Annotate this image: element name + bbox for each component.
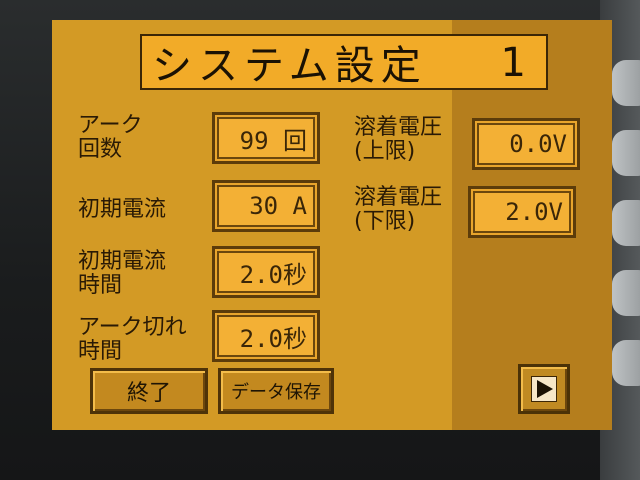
arc-break-time-field[interactable]: 2.0秒	[212, 310, 320, 362]
weld-voltage-upper-field[interactable]: 0.0V	[472, 118, 580, 170]
initial-current-field[interactable]: 30 A	[212, 180, 320, 232]
touch-screen: システム設定 1 アーク 回数 99 回 初期電流 30 A 初期電流 時間 2…	[52, 20, 612, 430]
weld-voltage-lower-field[interactable]: 2.0V	[468, 186, 576, 238]
hardware-button-1[interactable]	[612, 60, 640, 106]
end-button[interactable]: 終了	[90, 368, 208, 414]
weld-voltage-upper-label: 溶着電圧 (上限)	[354, 115, 443, 164]
arc-count-field[interactable]: 99 回	[212, 112, 320, 164]
arc-break-time-label: アーク切れ 時間	[78, 315, 187, 364]
page-number: 1	[500, 40, 526, 86]
initial-current-time-label: 初期電流 時間	[78, 249, 167, 298]
hardware-button-4[interactable]	[612, 270, 640, 316]
save-data-button[interactable]: データ保存	[218, 368, 334, 414]
title-bar: システム設定 1	[140, 34, 548, 90]
initial-current-time-field[interactable]: 2.0秒	[212, 246, 320, 298]
play-arrow-icon	[531, 376, 557, 402]
weld-voltage-lower-label: 溶着電圧 (下限)	[354, 185, 443, 234]
page-title: システム設定	[152, 43, 427, 89]
next-page-button[interactable]	[518, 364, 570, 414]
hardware-button-2[interactable]	[612, 130, 640, 176]
initial-current-label: 初期電流	[78, 197, 167, 222]
hardware-button-3[interactable]	[612, 200, 640, 246]
arc-count-label: アーク 回数	[78, 113, 143, 162]
hardware-button-5[interactable]	[612, 340, 640, 386]
